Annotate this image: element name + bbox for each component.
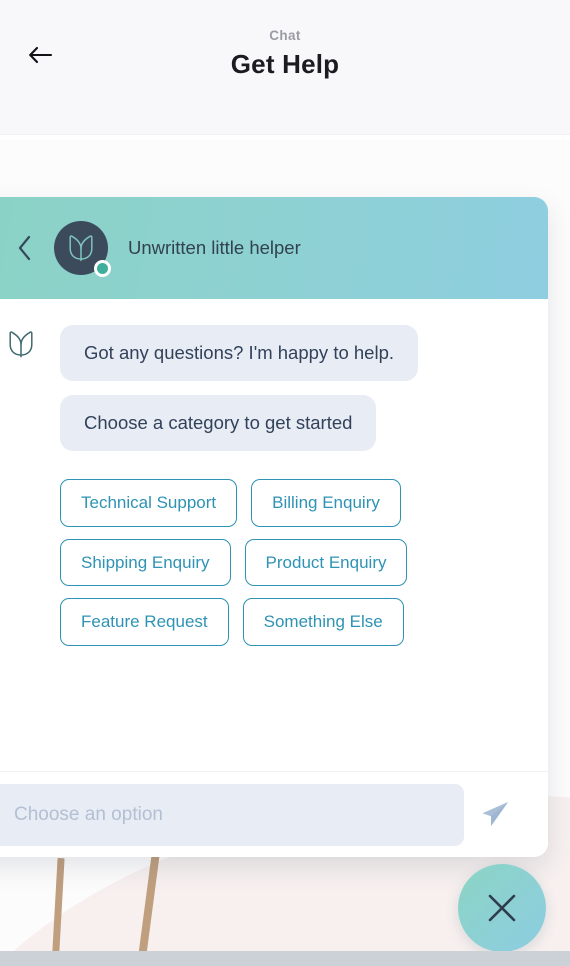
- bottom-bar: [0, 951, 570, 966]
- chat-close-fab[interactable]: [458, 864, 546, 952]
- screen-root: Chat Get Help Unwritten little helper Go…: [0, 0, 570, 966]
- quick-reply-technical-support[interactable]: Technical Support: [60, 479, 238, 527]
- quick-reply-shipping-enquiry[interactable]: Shipping Enquiry: [60, 538, 231, 587]
- chat-composer: [0, 771, 548, 857]
- chat-widget-header: Unwritten little helper: [0, 197, 548, 299]
- bot-message-bubble: Got any questions? I'm happy to help.: [60, 325, 419, 382]
- status-badge: [94, 260, 111, 277]
- paper-plane-icon: [482, 801, 508, 826]
- quick-reply-something-else[interactable]: Something Else: [242, 598, 404, 646]
- bot-message-bubble: Choose a category to get started: [60, 395, 377, 452]
- send-button[interactable]: [464, 784, 526, 846]
- app-header: Chat Get Help: [0, 0, 570, 135]
- close-x-icon: [488, 894, 516, 922]
- header-kicker: Chat: [269, 28, 301, 43]
- message-input[interactable]: [0, 783, 464, 846]
- chevron-left-icon: [18, 235, 31, 261]
- quick-reply-group: Technical Support Billing Enquiry Shippi…: [60, 479, 472, 646]
- leaf-logo-icon: [69, 235, 93, 262]
- header-title-group: Chat Get Help: [0, 28, 570, 80]
- chat-back-button[interactable]: [12, 231, 38, 265]
- quick-reply-product-enquiry[interactable]: Product Enquiry: [244, 538, 408, 587]
- quick-reply-billing-enquiry[interactable]: Billing Enquiry: [251, 479, 401, 527]
- agent-avatar-wrap: [54, 221, 111, 277]
- quick-reply-feature-request[interactable]: Feature Request: [60, 598, 229, 646]
- chat-widget: Unwritten little helper Got any question…: [0, 197, 548, 857]
- page-title: Get Help: [230, 49, 340, 79]
- agent-name: Unwritten little helper: [128, 237, 301, 258]
- message-row: Got any questions? I'm happy to help.: [0, 325, 548, 395]
- chat-message-list: Got any questions? I'm happy to help. Ch…: [0, 299, 548, 771]
- message-row: Choose a category to get started: [0, 395, 548, 465]
